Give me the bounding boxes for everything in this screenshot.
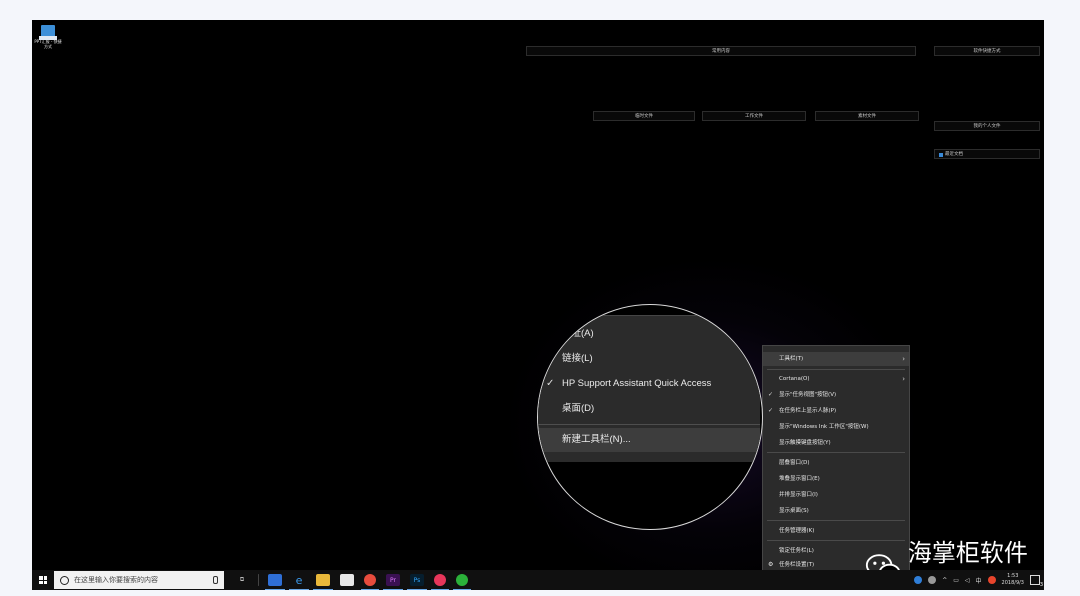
volume-icon[interactable]: ◁ [965, 577, 970, 584]
menu-item-toolbars-label: 工具栏(T) [779, 356, 804, 362]
menu-item-cortana[interactable]: Cortana(O) › [763, 372, 909, 386]
search-placeholder: 在这里输入你要搜索的内容 [74, 576, 158, 584]
start-button[interactable] [32, 570, 54, 590]
menu-item-lock-taskbar-label: 锁定任务栏(L) [779, 548, 814, 554]
menu-item-side-by-side-label: 并排显示窗口(I) [779, 492, 818, 498]
fence-software[interactable]: 软件快捷方式 [934, 46, 1040, 56]
ime-indicator[interactable]: 中 [976, 576, 982, 585]
notification-center-icon[interactable]: 3 [1030, 575, 1043, 588]
fence-work[interactable]: 工作文件 [702, 111, 806, 121]
fence-material[interactable]: 素材文件 [815, 111, 919, 121]
fence-recent[interactable]: 最近文档 [934, 149, 1040, 159]
check-icon: ✓ [768, 391, 774, 398]
fence-temp[interactable]: 临时文件 [593, 111, 695, 121]
menu-item-taskbar-settings-label: 任务栏设置(T) [779, 562, 815, 568]
microphone-icon[interactable] [213, 576, 218, 584]
taskbar-divider [258, 574, 259, 586]
menu-item-side-by-side[interactable]: 并排显示窗口(I) [763, 488, 909, 502]
premiere-icon[interactable]: Pr [383, 574, 403, 590]
menu-item-task-manager-label: 任务管理器(K) [779, 528, 815, 534]
menu-item-show-ink-label: 显示"Windows Ink 工作区"按钮(W) [779, 424, 869, 430]
windows-logo-icon [39, 576, 47, 584]
chevron-right-icon: › [902, 355, 905, 363]
magnifier-lens: 地址(A) 链接(L) ✓ HP Support Assistant Quick… [537, 304, 763, 530]
wechat-icon[interactable] [453, 574, 471, 590]
file-explorer-icon[interactable] [313, 574, 333, 590]
menu-item-show-desktop[interactable]: 显示桌面(S) [763, 504, 909, 518]
store-icon[interactable] [340, 574, 354, 586]
menu-divider [767, 540, 905, 541]
menu-item-cascade[interactable]: 层叠窗口(D) [763, 456, 909, 470]
notification-count: 3 [1039, 582, 1043, 588]
menu-item-cascade-label: 层叠窗口(D) [779, 460, 810, 466]
tray-people-icon[interactable] [928, 576, 937, 584]
photoshop-icon[interactable]: Ps [407, 574, 427, 590]
submenu-item-hp-support[interactable]: ✓ HP Support Assistant Quick Access [538, 372, 760, 396]
cortana-circle-icon [60, 575, 69, 585]
submenu-item-links[interactable]: 链接(L) [538, 347, 760, 371]
shortcut-file-icon [39, 25, 57, 40]
submenu-item-new-toolbar-label: 新建工具栏(N)... [562, 434, 631, 445]
toolbars-submenu-zoomed: 地址(A) 链接(L) ✓ HP Support Assistant Quick… [538, 315, 760, 462]
submenu-item-desktop-label: 桌面(D) [562, 403, 595, 414]
menu-item-cortana-label: Cortana(O) [779, 376, 810, 382]
menu-item-show-keyboard[interactable]: 显示触摸键盘按钮(Y) [763, 436, 909, 450]
chrome-icon[interactable] [361, 574, 379, 590]
submenu-item-address-label: 地址(A) [562, 328, 594, 339]
fence-personal[interactable]: 我的个人文件 [934, 121, 1040, 131]
submenu-item-address[interactable]: 地址(A) [538, 322, 760, 346]
menu-divider [767, 369, 905, 370]
menu-item-show-desktop-label: 显示桌面(S) [779, 508, 809, 514]
menu-item-task-manager[interactable]: 任务管理器(K) [763, 524, 909, 538]
system-tray: ^ ▭ ◁ 中 1:53 2018/9/3 3 [914, 570, 1043, 590]
fence-common[interactable]: 常用内容 [526, 46, 916, 56]
menu-item-show-task-view[interactable]: ✓ 显示"任务视图"按钮(V) [763, 388, 909, 402]
desktop-shortcut-ppt[interactable]: PPT汇报 - 快捷方式 [34, 25, 62, 49]
tray-sogou-icon[interactable] [987, 576, 996, 584]
menu-item-toolbars[interactable]: 工具栏(T) › [763, 352, 909, 366]
submenu-item-new-toolbar[interactable]: 新建工具栏(N)... [538, 428, 760, 452]
desktop-screen: PPT汇报 - 快捷方式 常用内容 软件快捷方式 临时文件 工作文件 素材文件 … [32, 20, 1044, 590]
submenu-item-hp-support-label: HP Support Assistant Quick Access [562, 378, 712, 389]
submenu-item-links-label: 链接(L) [562, 353, 593, 364]
task-view-icon[interactable]: ⧉ [235, 574, 249, 586]
menu-item-show-people[interactable]: ✓ 在任务栏上显示人脉(P) [763, 404, 909, 418]
chevron-up-icon[interactable]: ^ [942, 577, 947, 584]
menu-item-show-people-label: 在任务栏上显示人脉(P) [779, 408, 837, 414]
pin-app-icon[interactable] [265, 574, 285, 590]
netease-music-icon[interactable] [431, 574, 449, 590]
menu-divider [767, 520, 905, 521]
check-icon: ✓ [768, 407, 774, 414]
clock-date: 2018/9/3 [1001, 580, 1024, 586]
taskbar-clock[interactable]: 1:53 2018/9/3 [1002, 573, 1024, 587]
menu-item-show-keyboard-label: 显示触摸键盘按钮(Y) [779, 440, 831, 446]
clock-time: 1:53 [1007, 573, 1019, 579]
check-icon: ✓ [546, 378, 555, 389]
network-icon[interactable]: ▭ [953, 577, 959, 584]
edge-icon[interactable]: e [289, 574, 309, 590]
submenu-item-desktop[interactable]: 桌面(D) [538, 397, 760, 421]
menu-item-show-task-view-label: 显示"任务视图"按钮(V) [779, 392, 837, 398]
submenu-divider [538, 424, 760, 425]
chevron-right-icon: › [902, 375, 905, 383]
fence-recent-label: 最近文档 [945, 152, 963, 157]
menu-item-show-ink[interactable]: 显示"Windows Ink 工作区"按钮(W) [763, 420, 909, 434]
search-input[interactable]: 在这里输入你要搜索的内容 [54, 571, 224, 589]
menu-item-stacked-label: 堆叠显示窗口(E) [779, 476, 820, 482]
recent-docs-icon [939, 153, 943, 157]
taskbar-context-menu: 工具栏(T) › Cortana(O) › ✓ 显示"任务视图"按钮(V) ✓ … [762, 345, 910, 573]
menu-item-stacked[interactable]: 堆叠显示窗口(E) [763, 472, 909, 486]
tray-app-icon[interactable] [914, 576, 923, 584]
menu-divider [767, 452, 905, 453]
taskbar: 在这里输入你要搜索的内容 ⧉ e Pr Ps ^ ▭ ◁ 中 1:53 2018… [32, 570, 1044, 590]
desktop-shortcut-label: PPT汇报 - 快捷方式 [34, 39, 62, 49]
